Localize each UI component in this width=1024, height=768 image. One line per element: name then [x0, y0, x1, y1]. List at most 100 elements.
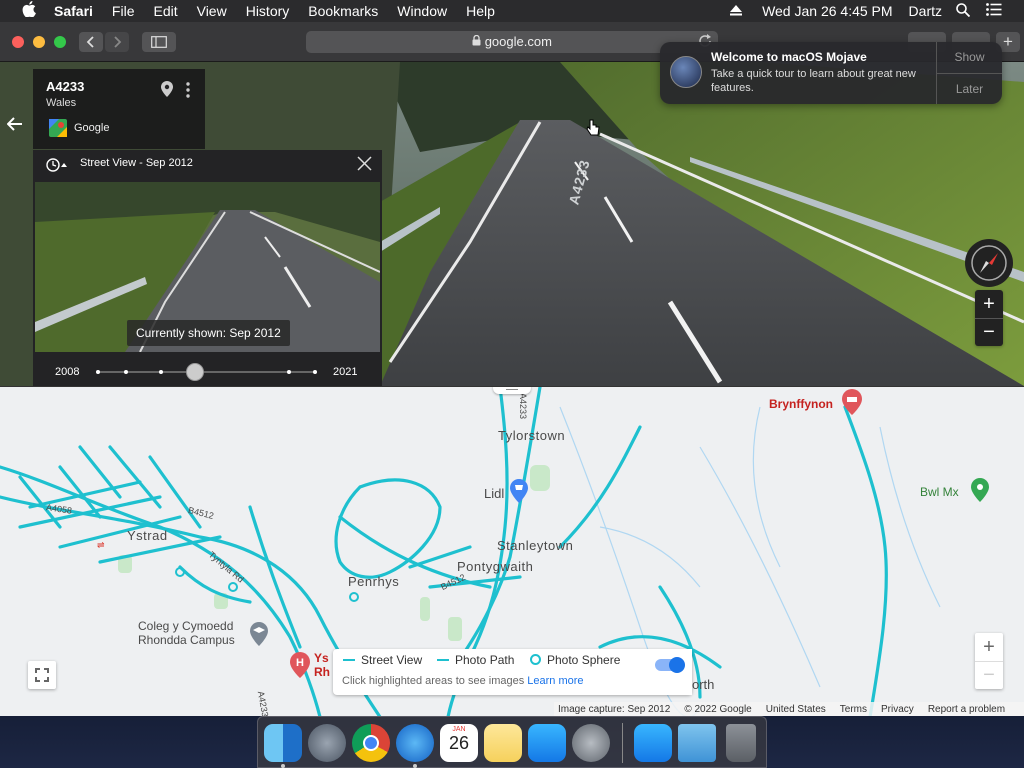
- privacy-link[interactable]: Privacy: [881, 704, 914, 715]
- more-options-icon[interactable]: [186, 82, 190, 103]
- learn-more-link[interactable]: Learn more: [527, 675, 583, 687]
- photo-path-dashed-icon: [437, 659, 449, 661]
- compass-button[interactable]: [965, 239, 1013, 287]
- end-year-label: 2021: [333, 366, 358, 378]
- svg-text:H: H: [296, 657, 304, 669]
- close-window-button[interactable]: [12, 36, 24, 48]
- sidebar-toggle-button[interactable]: [142, 32, 176, 52]
- image-capture-date: Image capture: Sep 2012: [558, 703, 671, 715]
- slider-tick[interactable]: [96, 370, 100, 374]
- app-store-dock-icon[interactable]: [528, 724, 566, 762]
- finder-dock-icon[interactable]: [264, 724, 302, 762]
- map-label-ys[interactable]: Ys: [314, 651, 329, 665]
- currently-shown-label: Currently shown: Sep 2012: [127, 320, 290, 346]
- report-problem-link[interactable]: Report a problem: [928, 704, 1005, 715]
- street-view-line-icon: [343, 659, 355, 661]
- menu-history[interactable]: History: [246, 3, 290, 19]
- map-label-ystrad[interactable]: Ystrad: [127, 528, 168, 543]
- calendar-dock-icon[interactable]: JAN 26: [440, 724, 478, 762]
- terms-link[interactable]: Terms: [840, 704, 867, 715]
- panel-resize-handle[interactable]: [493, 387, 531, 394]
- legend-photo-sphere: Photo Sphere: [547, 653, 621, 667]
- forward-button[interactable]: [105, 32, 129, 52]
- downloads-folder-dock-icon[interactable]: [678, 724, 716, 762]
- street-view-layer-toggle[interactable]: [655, 657, 685, 673]
- country-link[interactable]: United States: [766, 704, 826, 715]
- system-preferences-dock-icon[interactable]: [572, 724, 610, 762]
- map-label-pontygwaith[interactable]: Pontygwaith: [457, 559, 533, 574]
- close-time-travel-icon[interactable]: [357, 156, 372, 176]
- menu-bookmarks[interactable]: Bookmarks: [308, 3, 378, 19]
- slider-tick[interactable]: [159, 370, 163, 374]
- fullscreen-button[interactable]: [28, 661, 56, 689]
- map-footer: Image capture: Sep 2012 © 2022 Google Un…: [554, 702, 1024, 716]
- street-view-zoom-out-button[interactable]: −: [975, 318, 1003, 346]
- menu-file[interactable]: File: [112, 3, 135, 19]
- menu-help[interactable]: Help: [466, 3, 495, 19]
- map-label-coleg-line1[interactable]: Coleg y Cymoedd: [138, 619, 233, 633]
- notification-show-button[interactable]: Show: [937, 42, 1002, 73]
- menu-edit[interactable]: Edit: [153, 3, 177, 19]
- minimize-window-button[interactable]: [33, 36, 45, 48]
- arrow-left-icon: [6, 117, 22, 131]
- menu-app-name[interactable]: Safari: [54, 3, 93, 19]
- launchpad-dock-icon[interactable]: [308, 724, 346, 762]
- time-travel-preview-image[interactable]: Currently shown: Sep 2012: [35, 182, 380, 352]
- chrome-dock-icon[interactable]: [352, 724, 390, 762]
- menu-view[interactable]: View: [197, 3, 227, 19]
- map-label-brynffynon[interactable]: Brynffynon: [769, 397, 833, 411]
- notification-title: Welcome to macOS Mojave: [711, 50, 867, 64]
- menubar-status: Wed Jan 26 4:45 PM Dartz: [730, 0, 1024, 22]
- spotlight-search-icon[interactable]: [956, 2, 971, 20]
- street-view-zoom-in-button[interactable]: +: [975, 290, 1003, 318]
- fullscreen-icon: [35, 668, 49, 682]
- zoom-window-button[interactable]: [54, 36, 66, 48]
- dock: JAN 26: [257, 716, 767, 768]
- hand-cursor-icon: [586, 119, 600, 142]
- map-label-orth[interactable]: orth: [692, 677, 714, 692]
- map-label-stanleytown[interactable]: Stanleytown: [497, 538, 573, 553]
- slider-handle[interactable]: [186, 363, 204, 381]
- notification-center-icon[interactable]: [986, 3, 1002, 19]
- address-bar[interactable]: google.com: [306, 31, 718, 53]
- notes-dock-icon[interactable]: [484, 724, 522, 762]
- pin-icon[interactable]: [161, 81, 173, 102]
- mojave-notification[interactable]: Welcome to macOS Mojave Take a quick tou…: [660, 42, 1002, 104]
- map-label-tylorstown[interactable]: Tylorstown: [498, 428, 565, 443]
- legend-photo-path: Photo Path: [455, 653, 515, 667]
- map-label-bwl-mx[interactable]: Bwl Mx: [920, 485, 959, 499]
- address-text: google.com: [484, 34, 552, 49]
- legend-hint: Click highlighted areas to see images: [342, 675, 525, 687]
- exit-street-view-button[interactable]: [4, 112, 26, 136]
- notification-later-button[interactable]: Later: [937, 74, 1002, 104]
- time-travel-panel: Street View - Sep 2012 Currently shown: …: [33, 150, 382, 394]
- back-button[interactable]: [79, 32, 103, 52]
- copyright: © 2022 Google: [684, 703, 752, 715]
- road-name: A4233: [46, 79, 85, 94]
- slider-tick[interactable]: [124, 370, 128, 374]
- slider-tick[interactable]: [287, 370, 291, 374]
- menubar-user[interactable]: Dartz: [909, 3, 942, 19]
- slider-tick[interactable]: [313, 370, 317, 374]
- apple-menu-icon[interactable]: [18, 1, 40, 21]
- map-label-penrhys[interactable]: Penrhys: [348, 574, 399, 589]
- start-year-label: 2008: [55, 366, 80, 378]
- map-label-lidl[interactable]: Lidl: [484, 486, 504, 501]
- map-zoom-in-button[interactable]: +: [975, 633, 1003, 661]
- screen: Safari File Edit View History Bookmarks …: [0, 0, 1024, 768]
- compass-icon: [971, 245, 1007, 281]
- time-travel-header: Street View - Sep 2012: [80, 157, 193, 169]
- map-zoom-out-button[interactable]: −: [975, 661, 1003, 689]
- safari-dock-icon[interactable]: [396, 724, 434, 762]
- menubar-clock[interactable]: Wed Jan 26 4:45 PM: [762, 3, 892, 19]
- street-view-zoom-control: + −: [975, 290, 1003, 346]
- menu-window[interactable]: Window: [397, 3, 447, 19]
- eject-icon[interactable]: [730, 3, 743, 19]
- map-label-coleg-line2[interactable]: Rhondda Campus: [138, 633, 235, 647]
- map-label-rh[interactable]: Rh: [314, 665, 330, 679]
- trash-dock-icon[interactable]: [726, 724, 756, 762]
- rail-station-icon[interactable]: ⇌: [97, 540, 105, 551]
- app-store-download-dock-icon[interactable]: [634, 724, 672, 762]
- history-clock-icon[interactable]: [45, 157, 69, 178]
- menubar: Safari File Edit View History Bookmarks …: [0, 0, 1024, 22]
